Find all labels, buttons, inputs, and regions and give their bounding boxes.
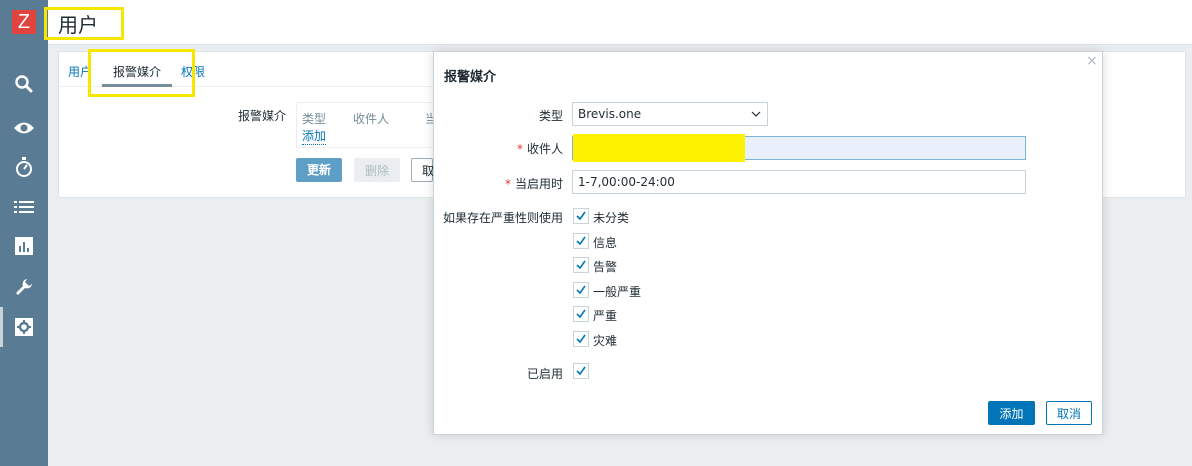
redaction-block [573,134,745,162]
stopwatch-icon[interactable] [12,155,36,179]
type-select[interactable]: Brevis.one [572,102,768,126]
type-label: 类型 [538,109,563,123]
media-col-type: 类型 [302,112,327,126]
media-col-recipient: 收件人 [353,112,390,126]
severity-checkbox[interactable] [573,233,589,249]
bar-chart-icon[interactable] [12,234,36,258]
sidebar: Z [0,0,48,466]
severity-checkbox-label: 一般严重 [593,285,642,299]
gear-icon[interactable] [12,315,36,339]
severity-checkbox-label: 未分类 [593,211,630,225]
severity-checkbox-label: 告警 [593,260,618,274]
title-highlight [44,7,124,40]
active-indicator [0,307,3,347]
type-select-value: Brevis.one [578,107,642,121]
severity-checkbox-label: 灾难 [593,334,618,348]
severity-checkbox-label: 信息 [593,236,618,250]
zabbix-logo[interactable]: Z [12,10,36,34]
severity-checkbox[interactable] [573,257,589,273]
media-add-link[interactable]: 添加 [302,127,327,145]
chevron-down-icon [750,103,762,125]
enabled-checkbox[interactable] [573,363,589,379]
severity-checkbox[interactable] [573,208,589,224]
dialog-title: 报警媒介 [444,70,497,85]
update-button[interactable]: 更新 [296,158,342,182]
severity-checkbox[interactable] [573,331,589,347]
when-active-label-text: 当启用时 [514,177,563,191]
enabled-label: 已启用 [526,367,563,381]
tab-highlight [88,49,195,97]
when-active-input[interactable]: 1-7,00:00-24:00 [572,170,1026,194]
recipient-label-text: 收件人 [526,142,563,156]
add-button[interactable]: 添加 [988,401,1035,425]
severity-checkbox[interactable] [573,282,589,298]
severity-checkbox[interactable] [573,306,589,322]
severity-label: 如果存在严重性则使用 [442,211,563,225]
media-label: 报警媒介 [238,109,287,123]
when-active-label: * 当启用时 [504,177,563,191]
page-header: 用户 [48,0,1192,45]
cancel-button[interactable]: 取消 [1046,401,1092,425]
list-icon[interactable] [12,195,36,219]
eye-icon[interactable] [12,116,36,140]
recipient-label: * 收件人 [516,142,563,156]
close-icon[interactable]: × [1086,53,1098,69]
severity-checkbox-label: 严重 [593,309,618,323]
delete-button[interactable]: 删除 [354,158,400,182]
wrench-icon[interactable] [12,275,36,299]
search-icon[interactable] [12,72,36,96]
